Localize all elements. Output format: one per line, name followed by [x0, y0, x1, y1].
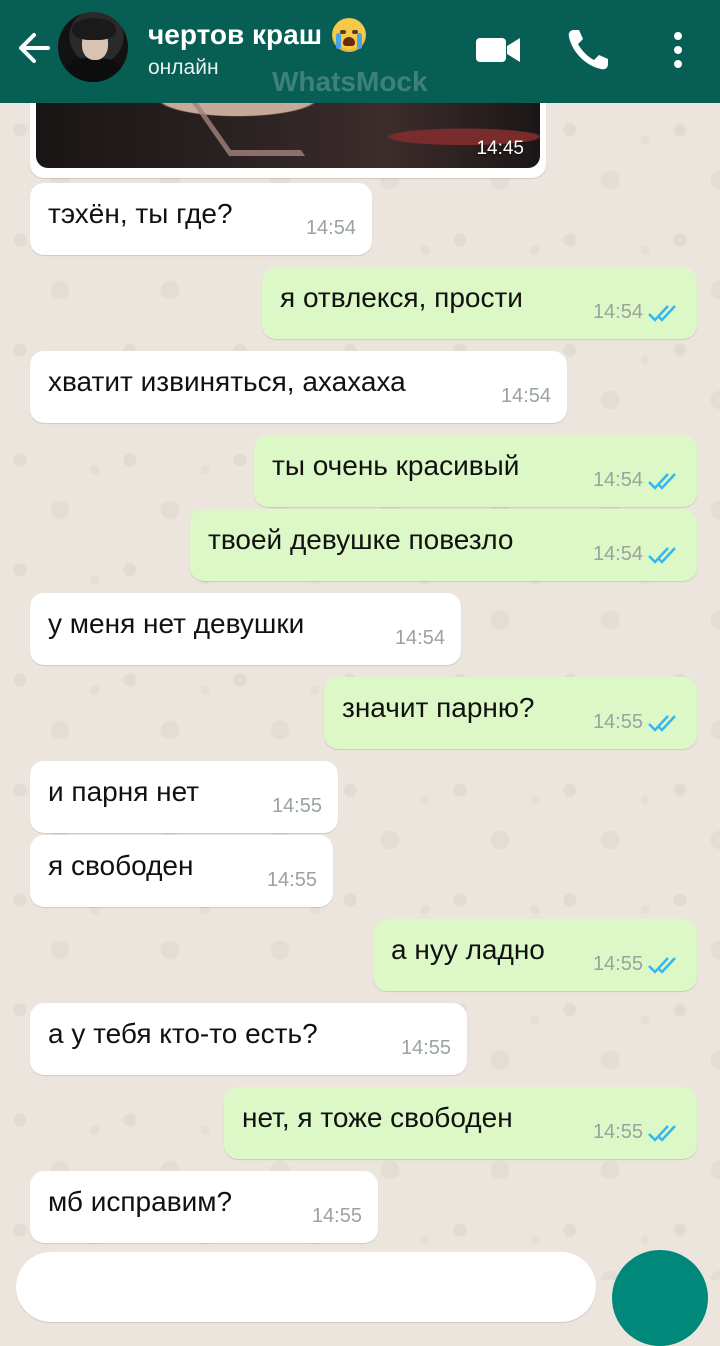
incoming-message[interactable]: хватит извиняться, ахахаха 14:54 — [30, 351, 567, 423]
message-time: 14:54 — [500, 385, 551, 407]
message-time: 14:55 — [311, 1205, 362, 1227]
double-check-icon — [648, 715, 676, 732]
message-time: 14:55 — [271, 795, 322, 817]
contact-name[interactable]: чертов краш — [148, 19, 322, 51]
incoming-message[interactable]: тэхён, ты где? 14:54 — [30, 183, 372, 255]
avatar-coat — [64, 58, 122, 82]
message-time: 14:54 — [305, 217, 356, 239]
double-check-icon — [648, 1125, 676, 1142]
media-message[interactable]: 14:45 — [30, 90, 546, 178]
message-time: 14:54 — [592, 469, 643, 491]
outgoing-message[interactable]: значит парню? 14:55 — [324, 677, 697, 749]
incoming-message[interactable]: я свободен 14:55 — [30, 835, 333, 907]
message-text: твоей девушке повезло — [208, 524, 514, 555]
message-text: а у тебя кто-то есть? — [48, 1018, 318, 1049]
message-text: я отвлекся, прости — [280, 282, 523, 313]
incoming-message[interactable]: а у тебя кто-то есть? 14:55 — [30, 1003, 467, 1075]
message-text: и парня нет — [48, 776, 200, 807]
message-time: 14:54 — [592, 301, 643, 323]
message-text: у меня нет девушки — [48, 608, 305, 639]
outgoing-message[interactable]: нет, я тоже свободен 14:55 — [224, 1087, 697, 1159]
message-text: мб исправим? — [48, 1186, 233, 1217]
incoming-message[interactable]: у меня нет девушки 14:54 — [30, 593, 461, 665]
message-text: я свободен — [48, 850, 194, 881]
message-time: 14:55 — [266, 869, 317, 891]
message-time: 14:45 — [476, 138, 524, 159]
incoming-message[interactable]: мб исправим? 14:55 — [30, 1171, 378, 1243]
contact-title-row[interactable]: чертов краш — [148, 18, 367, 52]
outgoing-message[interactable]: а нуу ладно 14:55 — [373, 919, 697, 991]
message-time: 14:55 — [592, 711, 643, 733]
video-camera-icon[interactable] — [470, 22, 526, 78]
message-time: 14:55 — [400, 1037, 451, 1059]
crying-face-emoji — [332, 18, 367, 52]
outgoing-message[interactable]: твоей девушке повезло 14:54 — [190, 509, 697, 581]
double-check-icon — [648, 305, 676, 322]
contact-status: онлайн — [148, 56, 219, 79]
avatar[interactable] — [58, 12, 128, 82]
avatar-hair — [72, 18, 116, 40]
outgoing-message[interactable]: я отвлекся, прости 14:54 — [262, 267, 697, 339]
double-check-icon — [648, 547, 676, 564]
message-time: 14:55 — [592, 1121, 643, 1143]
phone-icon[interactable] — [560, 22, 616, 78]
message-time: 14:55 — [592, 953, 643, 975]
outgoing-message[interactable]: ты очень красивый 14:54 — [254, 435, 697, 507]
message-time: 14:54 — [592, 543, 643, 565]
message-time: 14:54 — [394, 627, 445, 649]
arrow-left-icon[interactable] — [14, 26, 54, 70]
watermark: WhatsMock — [272, 66, 428, 97]
message-text: нет, я тоже свободен — [242, 1102, 513, 1133]
message-input[interactable] — [16, 1252, 596, 1322]
incoming-message[interactable]: и парня нет 14:55 — [30, 761, 338, 833]
more-vertical-icon[interactable] — [650, 22, 706, 78]
double-check-icon — [648, 473, 676, 490]
message-text: тэхён, ты где? — [48, 198, 233, 229]
message-text: хватит извиняться, ахахаха — [48, 366, 406, 397]
chat-header: чертов краш онлайн WhatsMock — [0, 0, 720, 103]
double-check-icon — [648, 957, 676, 974]
send-button[interactable] — [612, 1250, 708, 1346]
message-text: ты очень красивый — [272, 450, 520, 481]
message-text: значит парню? — [342, 692, 535, 723]
message-text: а нуу ладно — [391, 934, 545, 965]
